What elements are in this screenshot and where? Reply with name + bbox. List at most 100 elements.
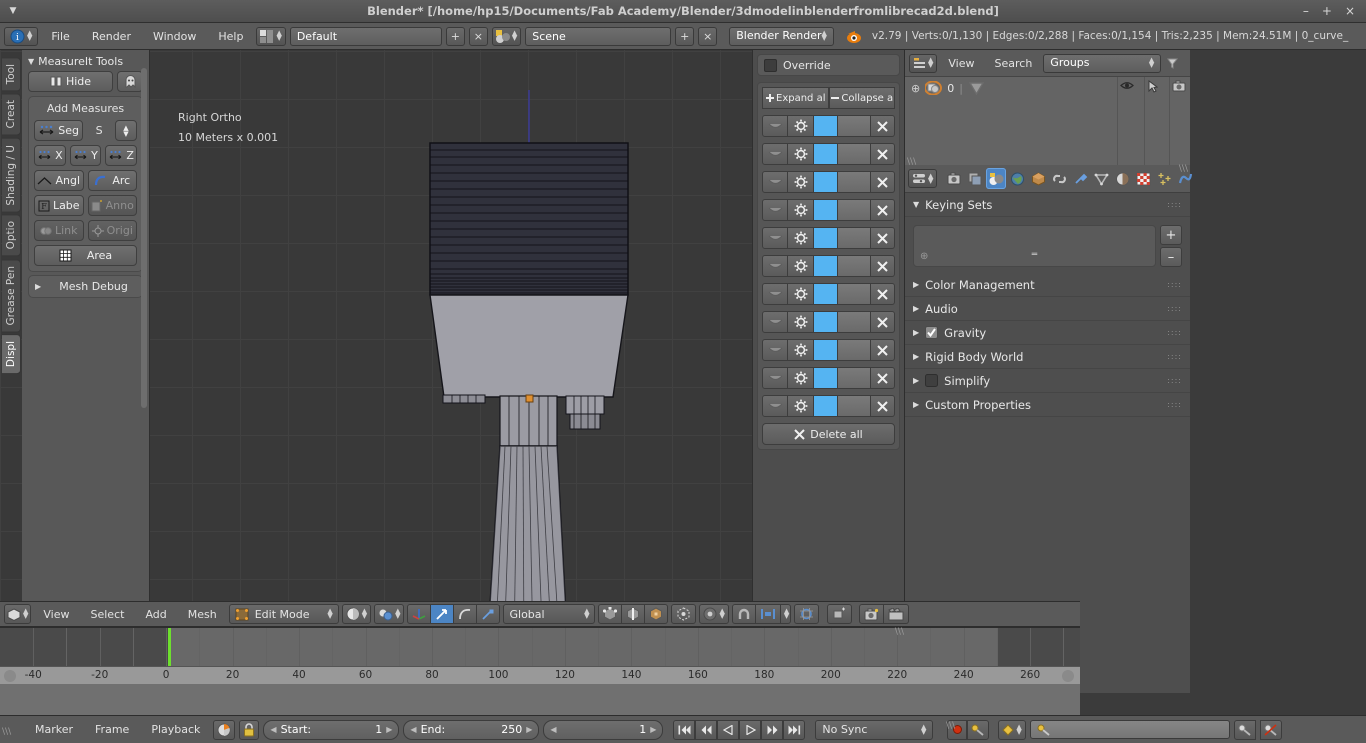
timeline-track[interactable] [0, 628, 1080, 666]
gear-icon[interactable] [788, 395, 814, 417]
use-preview-range-icon[interactable] [213, 719, 236, 740]
timeline-menu-playback[interactable]: Playback [142, 720, 209, 739]
view3d-menu-add[interactable]: Add [136, 605, 175, 624]
measure-row[interactable] [762, 199, 895, 221]
outliner-menu-search[interactable]: Search [986, 54, 1042, 73]
timeline-scroll-handle-right[interactable] [1062, 670, 1074, 682]
material-icon[interactable] [1112, 168, 1132, 189]
frame-end-field[interactable]: ◀ End: 250 ▶ [403, 719, 540, 740]
tab-tool[interactable]: Tool [2, 57, 21, 92]
current-frame-field[interactable]: ◀ 1 ▶ [543, 719, 664, 740]
gear-icon[interactable] [788, 311, 814, 333]
chevron-left-icon[interactable]: ◀ [410, 725, 416, 734]
play-reverse-button[interactable] [717, 719, 740, 740]
particles-icon[interactable] [1154, 168, 1174, 189]
vertex-select-icon[interactable] [598, 604, 623, 624]
camera-icon[interactable] [1172, 80, 1186, 93]
view3d-menu-select[interactable]: Select [82, 605, 134, 624]
gear-icon[interactable] [788, 115, 814, 137]
object-icon[interactable] [1028, 168, 1048, 189]
delete-icon[interactable] [871, 283, 895, 305]
hide-button[interactable]: Hide [28, 71, 113, 92]
add-keyingset-button[interactable]: + [1160, 225, 1182, 245]
render-border-icon[interactable] [827, 604, 853, 624]
eye-closed-icon[interactable] [762, 395, 788, 417]
measure-row[interactable] [762, 339, 895, 361]
panel-header-keying-sets[interactable]: ▼ Keying Sets:::: [905, 193, 1190, 217]
measure-row[interactable] [762, 171, 895, 193]
viewport-shading-selector[interactable]: ▲ ▼ [341, 604, 372, 624]
measure-name-field[interactable] [838, 339, 871, 361]
ghost-toggle-button[interactable] [117, 71, 143, 92]
measure-row[interactable] [762, 115, 895, 137]
delete-icon[interactable] [871, 395, 895, 417]
measure-name-field[interactable] [838, 171, 871, 193]
eye-closed-icon[interactable] [762, 143, 788, 165]
delete-icon[interactable] [871, 227, 895, 249]
measure-label-button[interactable]: F Labe [34, 195, 84, 216]
render-icon[interactable] [944, 168, 964, 189]
measure-name-field[interactable] [838, 115, 871, 137]
chevron-left-icon[interactable]: ◀ [550, 725, 556, 734]
expand-all-button[interactable]: Expand al [762, 87, 829, 109]
scale-manipulator-icon[interactable] [477, 604, 501, 624]
measure-segment-button[interactable]: Seg [34, 120, 84, 141]
manipulator-toggle-icon[interactable] [407, 604, 432, 624]
delete-icon[interactable] [871, 115, 895, 137]
screen-layout-field[interactable]: Default [289, 26, 442, 46]
data-icon[interactable] [1091, 168, 1111, 189]
modifier-icon[interactable] [1070, 168, 1090, 189]
snap-stepper[interactable]: ▲ ▼ [780, 604, 792, 624]
gear-icon[interactable] [788, 255, 814, 277]
menu-file[interactable]: File [42, 27, 78, 46]
pivot-point-selector[interactable]: ▲ ▼ [374, 604, 405, 624]
window-menu-icon[interactable]: ▼ [0, 6, 26, 16]
face-select-icon[interactable] [645, 604, 669, 624]
close-button[interactable]: × [1345, 5, 1355, 17]
measure-name-field[interactable] [838, 227, 871, 249]
measure-name-field[interactable] [838, 367, 871, 389]
tab-create[interactable]: Creat [2, 93, 21, 136]
jump-to-end-button[interactable] [783, 719, 806, 740]
timeline-menu-frame[interactable]: Frame [86, 720, 138, 739]
render-animation-icon[interactable] [884, 604, 910, 624]
scene-icon-button[interactable]: ▲ ▼ [491, 26, 522, 46]
eye-closed-icon[interactable] [762, 283, 788, 305]
panel-grip[interactable]: :::: [1167, 352, 1182, 361]
timeline-menu-marker[interactable]: Marker [26, 720, 82, 739]
panel-grip[interactable]: :::: [1167, 200, 1182, 209]
toolshelf-scrollbar[interactable] [141, 68, 147, 408]
tab-options[interactable]: Optio [2, 214, 21, 257]
lock-time-icon[interactable] [239, 719, 260, 740]
measure-origin-button[interactable]: Origi [87, 220, 137, 241]
screen-layout-icon-button[interactable]: ▲ ▼ [256, 26, 286, 46]
measure-name-field[interactable] [838, 311, 871, 333]
jump-to-prev-keyframe-button[interactable] [695, 719, 718, 740]
outliner-filter-icon[interactable] [1163, 54, 1182, 73]
tab-grease-pencil[interactable]: Grease Pen [2, 258, 21, 333]
delete-all-button[interactable]: Delete all [762, 423, 895, 445]
measure-row[interactable] [762, 283, 895, 305]
editor-type-selector-info[interactable]: i ▲ ▼ [4, 26, 39, 46]
color-swatch[interactable] [814, 367, 838, 389]
gear-icon[interactable] [788, 199, 814, 221]
measure-name-field[interactable] [838, 143, 871, 165]
color-swatch[interactable] [814, 283, 838, 305]
measure-name-field[interactable] [838, 255, 871, 277]
panel-header-audio[interactable]: ▶ Audio:::: [905, 297, 1190, 321]
measure-row[interactable] [762, 227, 895, 249]
render-image-icon[interactable] [859, 604, 885, 624]
delete-icon[interactable] [871, 339, 895, 361]
measure-row[interactable] [762, 367, 895, 389]
measure-name-field[interactable] [838, 395, 871, 417]
area-resize-grip[interactable]: \\\ [907, 158, 916, 167]
chevron-right-icon[interactable]: ▶ [526, 725, 532, 734]
jump-to-start-button[interactable] [673, 719, 696, 740]
measure-z-button[interactable]: Z [105, 145, 138, 166]
keying-sets-list[interactable]: ⊕ ═ [913, 225, 1156, 267]
list-resize-grip[interactable]: ═ [1032, 250, 1037, 260]
panel-header-color-management[interactable]: ▶ Color Management:::: [905, 273, 1190, 297]
remove-keyingset-button[interactable]: – [1160, 247, 1182, 267]
panel-checkbox[interactable] [925, 374, 939, 387]
delete-icon[interactable] [871, 255, 895, 277]
